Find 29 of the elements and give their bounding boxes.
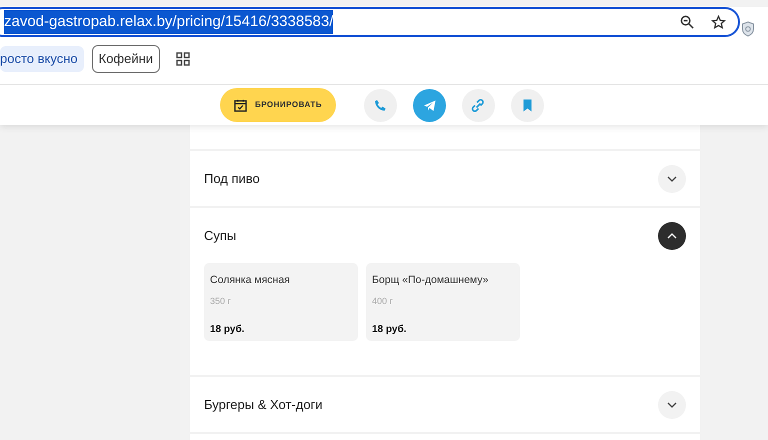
dish-price: 18 руб. (210, 323, 246, 338)
chevron-button[interactable] (658, 222, 686, 250)
bookmark-button[interactable] (511, 88, 544, 122)
telegram-button[interactable] (413, 88, 446, 122)
apps-grid-icon[interactable] (176, 52, 190, 66)
section-title: Под пиво (204, 170, 260, 188)
dish-name: Борщ «По-домашнему» (372, 273, 490, 288)
url-text: zavod-gastropab.relax.by/pricing/15416/3338583/ (4, 10, 334, 34)
dish-price: 18 руб. (372, 323, 408, 338)
phone-icon (373, 98, 388, 112)
dish-weight: 400 г (372, 294, 394, 308)
address-bar[interactable]: zavod-gastropab.relax.by/pricing/15416/3338583/ (0, 7, 740, 37)
link-button[interactable] (462, 88, 496, 122)
bookmark[interactable]: Кофейни (92, 45, 160, 72)
dish-card[interactable]: Солянка мясная 350 г 18 руб. (204, 263, 358, 341)
bookmark[interactable]: росто вкусно (0, 46, 84, 72)
send-icon (422, 98, 438, 112)
section-title: Бургеры & Хот-доги (204, 396, 323, 414)
phone-button[interactable] (364, 88, 398, 122)
book-button[interactable]: БРОНИРОВАТЬ (220, 88, 336, 122)
star-icon[interactable] (711, 14, 726, 30)
dish-name: Солянка мясная (210, 273, 291, 288)
shield-icon[interactable] (741, 21, 755, 37)
link-icon (471, 98, 486, 112)
zoom-icon[interactable] (680, 14, 695, 30)
dish-card[interactable]: Борщ «По-домашнему» 400 г 18 руб. (366, 263, 520, 341)
dish-weight: 350 г (210, 294, 232, 308)
calendar-icon (234, 98, 247, 112)
section-title: Супы (204, 226, 236, 245)
